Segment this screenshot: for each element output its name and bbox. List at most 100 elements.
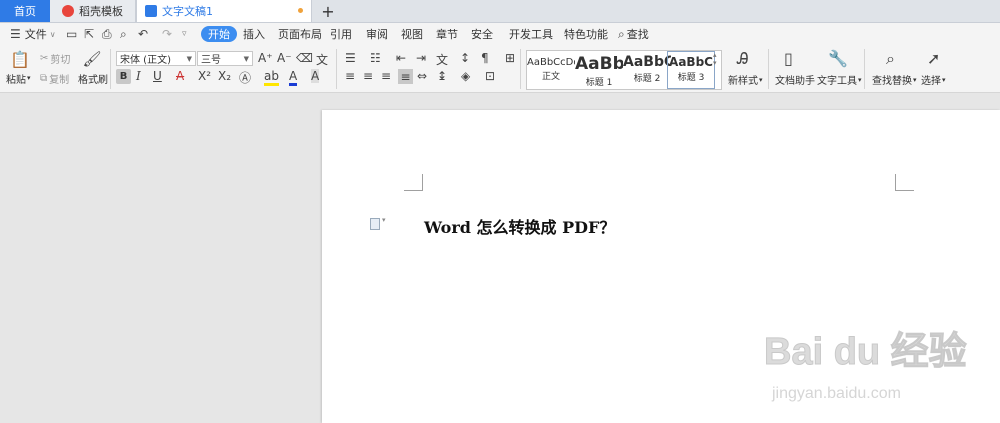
menu-special[interactable]: 特色功能 xyxy=(564,23,608,45)
cut-label: 剪切 xyxy=(50,54,71,66)
document-heading[interactable]: Word 怎么转换成 PDF？ xyxy=(424,214,615,238)
print-preview-icon[interactable]: ⌕ xyxy=(120,23,127,45)
gallery-scroll-icon[interactable]: ▴ ▾ xyxy=(713,51,717,67)
bold-button[interactable]: B xyxy=(116,69,131,84)
copy-icon: ⧉ xyxy=(40,72,48,84)
grow-font-icon[interactable]: A⁺ xyxy=(258,51,273,65)
text-tools-button[interactable]: 文字工具 ▾ xyxy=(817,72,862,88)
align-center-icon[interactable]: ≡ xyxy=(363,69,373,83)
new-tab-button[interactable]: + xyxy=(318,0,338,22)
find-replace-label: 查找替换 xyxy=(872,76,912,87)
menu-references[interactable]: 引用 xyxy=(330,23,352,45)
italic-button[interactable]: I xyxy=(136,69,141,83)
search-icon: ⌕ xyxy=(618,26,625,41)
menu-insert[interactable]: 插入 xyxy=(243,23,265,45)
menu-security-label: 安全 xyxy=(471,28,493,41)
bullet-list-icon[interactable]: ☰ xyxy=(345,51,356,65)
hamburger-icon: ☰ xyxy=(10,27,21,41)
find-replace-button[interactable]: 查找替换 ▾ xyxy=(872,72,917,88)
chinese-layout-icon[interactable]: 文 xyxy=(436,51,448,68)
style-heading-2[interactable]: AaBbC 标题 2 xyxy=(623,51,671,89)
align-left-icon[interactable]: ≡ xyxy=(345,69,355,83)
highlight-button[interactable]: ab xyxy=(264,69,279,86)
menu-review[interactable]: 审阅 xyxy=(366,23,388,45)
new-style-icon[interactable]: Ꭿ xyxy=(737,49,749,69)
font-color-button[interactable]: A xyxy=(289,69,298,86)
justify-icon[interactable]: ≡ xyxy=(398,69,413,84)
select-label: 选择 xyxy=(921,76,941,87)
wrench-icon[interactable]: 🔧 xyxy=(828,49,848,68)
sort-icon[interactable]: ↕ xyxy=(460,51,470,65)
pinyin-guide-icon[interactable]: 文 xyxy=(316,51,328,68)
show-marks-icon[interactable]: ¶ xyxy=(481,51,489,65)
paste-icon[interactable]: 📋 xyxy=(8,49,32,69)
underline-button[interactable]: U xyxy=(153,69,162,83)
decrease-indent-icon[interactable]: ⇤ xyxy=(396,51,406,65)
new-tab-label: + xyxy=(321,1,335,21)
clear-format-icon[interactable]: ⌫ xyxy=(296,51,313,65)
file-menu-label: 文件 xyxy=(24,28,47,41)
style-label: 标题 2 xyxy=(633,74,661,84)
distributed-icon[interactable]: ⇔ xyxy=(417,69,427,83)
doc-assistant-icon[interactable]: ▯ xyxy=(784,49,793,68)
superscript-button[interactable]: X² xyxy=(198,69,211,83)
char-shading-button[interactable]: A xyxy=(311,69,320,83)
new-style-button[interactable]: 新样式 ▾ xyxy=(728,72,763,88)
doc-assistant-button[interactable]: 文档助手 xyxy=(775,72,815,87)
menu-start-label: 开始 xyxy=(208,28,230,41)
tab-bar: 首页 稻壳模板 文字文稿1 + xyxy=(0,0,1000,23)
paste-button[interactable]: 粘贴 ▾ xyxy=(6,71,31,86)
undo-icon[interactable]: ↶ xyxy=(138,23,148,45)
paragraph-handle-icon[interactable] xyxy=(370,218,380,230)
quick-access-dropdown-icon[interactable]: ▿ xyxy=(182,23,187,45)
redo-icon[interactable]: ↷ xyxy=(162,23,172,45)
style-label: 正文 xyxy=(541,72,560,82)
format-painter-icon[interactable]: 🖌 xyxy=(82,49,102,69)
search-command[interactable]: ⌕ 查找 xyxy=(618,23,649,45)
select-cursor-icon[interactable]: ➚ xyxy=(927,49,940,68)
menu-security[interactable]: 安全 xyxy=(471,23,493,45)
chevron-down-icon: ▼ xyxy=(186,55,192,63)
menu-developer[interactable]: 开发工具 xyxy=(509,23,553,45)
style-normal[interactable]: AaBbCcDd 正文 xyxy=(527,51,575,89)
borders-icon[interactable]: ⊡ xyxy=(485,69,495,83)
margin-corner-top-right xyxy=(895,174,914,191)
line-spacing-icon[interactable]: ↨ xyxy=(437,69,447,83)
document-page[interactable]: ▾ Word 怎么转换成 PDF？ Bai du 经验 jingyan.baid… xyxy=(322,110,1000,423)
unsaved-dot-icon xyxy=(298,8,303,13)
tab-home-ribbon[interactable]: 开始 xyxy=(201,26,237,42)
table-border-icon[interactable]: ⊞ xyxy=(505,51,515,65)
menu-sections[interactable]: 章节 xyxy=(436,23,458,45)
numbered-list-icon[interactable]: ☷ xyxy=(370,51,381,65)
cut-button[interactable]: ✂ 剪切 xyxy=(40,51,71,66)
tab-home[interactable]: 首页 xyxy=(0,0,50,22)
font-size-select[interactable]: 三号 ▼ xyxy=(197,51,253,66)
increase-indent-icon[interactable]: ⇥ xyxy=(416,51,426,65)
print-icon[interactable]: ⎙ xyxy=(102,23,112,45)
separator xyxy=(336,49,337,89)
strikethrough-button[interactable]: A xyxy=(176,69,184,83)
shading-icon[interactable]: ◈ xyxy=(461,69,470,83)
text-effect-button[interactable]: Ⓐ xyxy=(239,69,251,86)
menu-page-layout[interactable]: 页面布局 xyxy=(278,23,322,45)
find-replace-icon[interactable]: ⌕ xyxy=(886,49,895,69)
export-icon[interactable]: ⇱ xyxy=(84,23,94,45)
tab-templates-label: 稻壳模板 xyxy=(79,5,123,18)
format-painter-label: 格式刷 xyxy=(78,74,108,86)
menu-developer-label: 开发工具 xyxy=(509,28,553,41)
style-heading-1[interactable]: AaBb 标题 1 xyxy=(575,51,623,89)
copy-button[interactable]: ⧉ 复制 xyxy=(40,71,69,86)
align-right-icon[interactable]: ≡ xyxy=(381,69,391,83)
subscript-button[interactable]: X₂ xyxy=(218,69,231,83)
font-name-select[interactable]: 宋体 (正文) ▼ xyxy=(116,51,196,66)
file-menu[interactable]: ☰ 文件 ∨ xyxy=(10,23,56,45)
tab-templates[interactable]: 稻壳模板 xyxy=(50,0,136,22)
doc-assistant-label: 文档助手 xyxy=(775,76,815,87)
select-button[interactable]: 选择 ▾ xyxy=(921,72,946,88)
save-icon[interactable]: ▭ xyxy=(66,23,77,45)
shrink-font-icon[interactable]: A⁻ xyxy=(277,51,292,65)
style-heading-3[interactable]: AaBbC 标题 3 xyxy=(667,51,715,89)
format-painter-button[interactable]: 格式刷 xyxy=(78,71,108,86)
tab-document[interactable]: 文字文稿1 xyxy=(136,0,312,22)
menu-view[interactable]: 视图 xyxy=(401,23,423,45)
